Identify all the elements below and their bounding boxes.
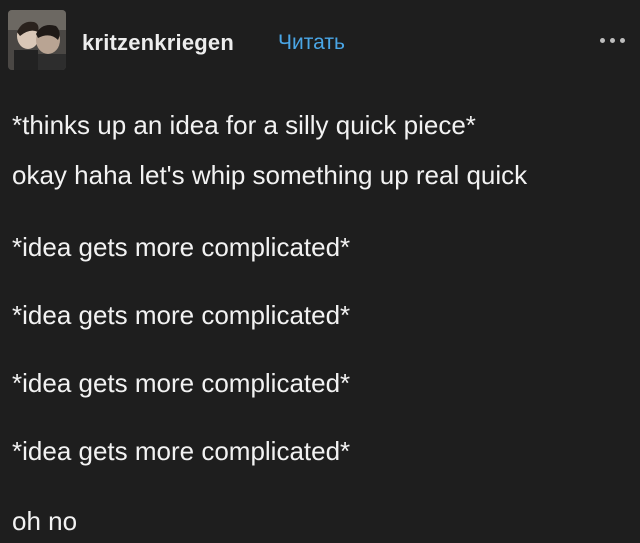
post-text-line: *thinks up an idea for a silly quick pie… — [12, 110, 476, 140]
avatar[interactable] — [8, 10, 66, 70]
post-text-line: oh no — [12, 506, 78, 536]
ellipsis-icon — [610, 38, 615, 43]
post-text-line: okay haha let's whip something up real q… — [12, 160, 528, 190]
ellipsis-icon — [620, 38, 625, 43]
ellipsis-icon — [600, 38, 605, 43]
post-card: kritzenkriegen Читать *thinks up an idea… — [0, 0, 640, 543]
follow-button[interactable]: Читать — [278, 31, 345, 55]
post-header: kritzenkriegen Читать — [8, 10, 632, 72]
post-text-line: *idea gets more complicated* — [12, 300, 351, 330]
author-username[interactable]: kritzenkriegen — [82, 30, 234, 56]
post-text-line: *idea gets more complicated* — [12, 368, 351, 398]
user-avatar-icon — [8, 10, 66, 70]
more-options-button[interactable] — [600, 36, 628, 46]
post-text-line: *idea gets more complicated* — [12, 232, 351, 262]
post-text-line: *idea gets more complicated* — [12, 436, 351, 466]
